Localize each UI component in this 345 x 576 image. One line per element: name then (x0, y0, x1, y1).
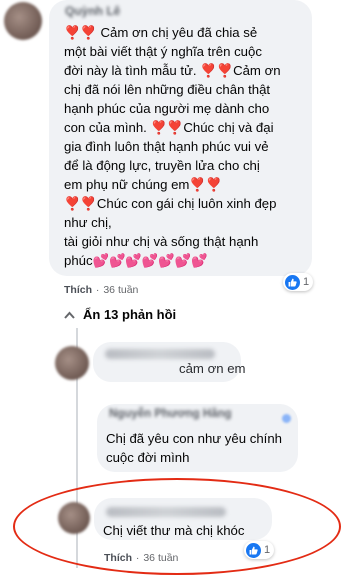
comment-line: như chị, (64, 215, 112, 230)
red-highlight-ellipse (13, 478, 341, 575)
commenter-avatar[interactable] (4, 2, 42, 40)
reply-line: Chị đã yêu con như yêu chính (106, 431, 282, 446)
comment-line: ❣️❣️ Cảm ơn chị yêu đã chia sẻ (64, 25, 258, 40)
reply-author-name[interactable]: Nguyễn Phương Hằng (109, 408, 232, 420)
comment-line: hạnh phúc của người mẹ dành cho (64, 101, 270, 116)
reply-text: cảm ơn em (179, 361, 246, 376)
comment-author-name[interactable]: Quỳnh Lê (65, 4, 120, 18)
comment-line: tài giỏi như chị và sống thật hạnh (64, 234, 259, 249)
like-icon (285, 274, 300, 290)
reply-author-name[interactable] (105, 349, 215, 359)
verified-dot (282, 414, 291, 423)
reply-bubble: Nguyễn Phương Hằng Chị đã yêu con như yê… (97, 404, 298, 472)
reply-line: cuộc đời mình (106, 450, 190, 465)
comment-line: để là động lực, truyền lửa cho chị (64, 158, 260, 173)
comment-meta: Thích · 36 tuần (64, 284, 139, 296)
comment-timestamp[interactable]: 36 tuần (103, 284, 138, 296)
comment-line: chị đã nói lên những điều chân thật (64, 82, 271, 97)
main-comment-bubble: Quỳnh Lê ❣️❣️ Cảm ơn chị yêu đã chia sẻ … (49, 0, 312, 276)
like-button[interactable]: Thích (64, 284, 92, 296)
comment-line: gia đình luôn thật hạnh phúc vui vẻ (64, 139, 269, 154)
comment-line: con của mình. ❣️❣️Chúc chị và đại (64, 120, 274, 135)
chevron-up-icon (64, 307, 75, 322)
hide-replies-label: Ẩn 13 phản hồi (83, 307, 177, 322)
comment-line: đời này là tình mẫu tử. ❣️❣️Cảm ơn (64, 63, 281, 78)
hide-replies-toggle[interactable]: Ẩn 13 phản hồi (64, 307, 176, 322)
comment-line: một bài viết thật ý nghĩa trên cuộc (64, 44, 262, 59)
reaction-badge[interactable]: 1 (283, 273, 314, 291)
comment-line: ❣️❣️Chúc con gái chị luôn xinh đẹp (64, 196, 277, 211)
reply-avatar[interactable] (55, 346, 89, 380)
reply-bubble: cảm ơn em (93, 342, 246, 382)
reaction-count: 1 (303, 276, 310, 288)
comment-line: em phụ nữ chúng em❣️❣️ (64, 177, 223, 192)
comment-line: phúc💕💕💕💕💕💕💕 (64, 253, 208, 268)
